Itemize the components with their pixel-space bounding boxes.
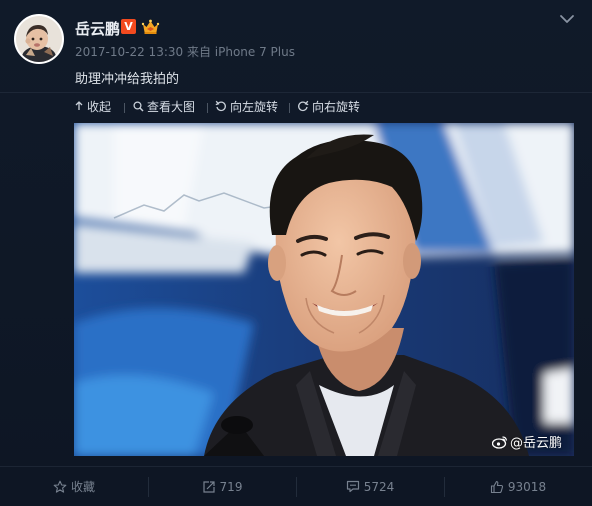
rotate-left-label: 向左旋转 <box>230 99 279 114</box>
post-header: 岳云鹏 V 2017-10-22 13:30 来自 iPhone 7 Plus … <box>0 0 592 92</box>
username[interactable]: 岳云鹏 <box>75 18 120 39</box>
toolbar-separator <box>124 103 125 113</box>
rotate-left-button[interactable]: 向左旋转 <box>215 98 278 114</box>
rotate-left-icon <box>215 100 226 112</box>
weibo-post-card: 岳云鹏 V 2017-10-22 13:30 来自 iPhone 7 Plus … <box>0 0 592 506</box>
rotate-right-button[interactable]: 向右旋转 <box>297 98 360 114</box>
view-large-label: 查看大图 <box>147 99 196 114</box>
arrow-up-icon <box>75 101 83 110</box>
comment-count: 5724 <box>363 479 395 494</box>
rotate-right-label: 向右旋转 <box>312 99 361 114</box>
repost-count: 719 <box>219 479 243 494</box>
baby-avatar-icon <box>16 16 62 62</box>
search-icon <box>133 100 144 112</box>
crown-icon[interactable] <box>141 18 160 35</box>
toolbar-separator <box>207 103 208 113</box>
view-large-button[interactable]: 查看大图 <box>133 98 195 114</box>
comment-button[interactable]: 5724 <box>296 467 444 506</box>
user-avatar[interactable] <box>14 14 64 64</box>
post-actions-bar: 收藏 719 5724 93018 <box>0 467 592 506</box>
repost-icon <box>202 480 215 493</box>
comment-icon <box>346 480 359 493</box>
thumbs-up-icon <box>490 480 503 493</box>
repost-button[interactable]: 719 <box>148 467 296 506</box>
rotate-right-icon <box>298 100 309 112</box>
weibo-logo-icon <box>491 435 508 449</box>
post-photo[interactable]: @岳云鹏 <box>74 123 574 456</box>
vip-badge-icon[interactable]: V <box>121 19 136 34</box>
collapse-label: 收起 <box>87 99 112 114</box>
watermark-text: @岳云鹏 <box>509 436 562 451</box>
image-toolbar: 收起 查看大图 向左旋转 向右旋转 <box>0 93 592 121</box>
post-timestamp[interactable]: 2017-10-22 13:30 <box>75 45 183 59</box>
chevron-down-icon[interactable] <box>559 13 575 25</box>
like-count: 93018 <box>507 479 547 494</box>
portrait-photo <box>74 123 574 456</box>
star-icon <box>53 480 67 493</box>
post-text: 助理冲冲给我拍的 <box>75 72 180 87</box>
image-watermark: @岳云鹏 <box>491 432 562 451</box>
toolbar-separator <box>289 103 290 113</box>
post-meta: 2017-10-22 13:30 来自 iPhone 7 Plus <box>75 43 295 60</box>
favorite-label: 收藏 <box>70 480 95 494</box>
post-source: 来自 iPhone 7 Plus <box>186 45 295 59</box>
collapse-button[interactable]: 收起 <box>74 98 111 114</box>
like-button[interactable]: 93018 <box>444 467 592 506</box>
favorite-button[interactable]: 收藏 <box>0 467 148 506</box>
